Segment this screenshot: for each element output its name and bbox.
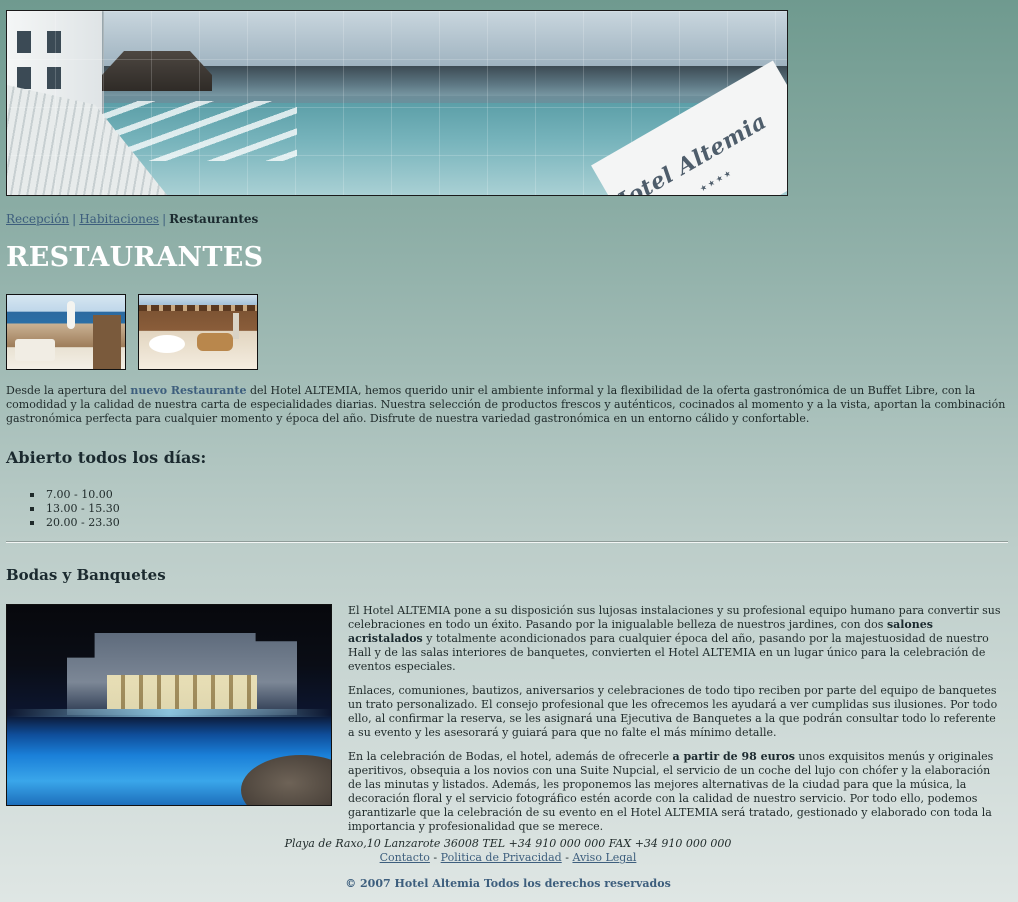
bodas-p3-bold: a partir de 98 euros bbox=[672, 750, 795, 763]
bodas-title: Bodas y Banquetes bbox=[6, 566, 166, 584]
header-banner-image: Hotel Altemia ★★★★ bbox=[6, 10, 788, 196]
footer-link-privacidad[interactable]: Politica de Privacidad bbox=[441, 851, 562, 864]
list-item: 7.00 - 10.00 bbox=[26, 488, 120, 502]
footer-address: Playa de Raxo,10 Lanzarote 36008 TEL +34… bbox=[284, 837, 732, 850]
section-divider bbox=[6, 541, 1008, 543]
intro-highlight: nuevo Restaurante bbox=[130, 384, 247, 397]
page-title: RESTAURANTES bbox=[6, 242, 264, 273]
footer-link-aviso-legal[interactable]: Aviso Legal bbox=[572, 851, 636, 864]
bodas-paragraph-2: Enlaces, comuniones, bautizos, aniversar… bbox=[348, 684, 998, 739]
restaurant-terrace-photo[interactable] bbox=[6, 294, 126, 370]
breadcrumb-current: Restaurantes bbox=[169, 212, 259, 226]
breadcrumb: Recepción | Habitaciones | Restaurantes bbox=[6, 212, 258, 226]
bodas-description: El Hotel ALTEMIA pone a su disposición s… bbox=[348, 604, 1004, 844]
intro-text-start: Desde la apertura del bbox=[6, 384, 131, 397]
hotel-night-pool-photo bbox=[6, 604, 332, 806]
bodas-paragraph-1: El Hotel ALTEMIA pone a su disposición s… bbox=[348, 604, 1004, 674]
lit-windows bbox=[107, 675, 257, 709]
breadcrumb-link-habitaciones[interactable]: Habitaciones bbox=[79, 212, 159, 226]
restaurant-table-photo[interactable] bbox=[138, 294, 258, 370]
bodas-paragraph-3: En la celebración de Bodas, el hotel, ad… bbox=[348, 750, 1004, 834]
breadcrumb-separator: | bbox=[162, 212, 167, 226]
pool-glow bbox=[7, 709, 331, 717]
footer-copyright: © 2007 Hotel Altemia Todos los derechos … bbox=[345, 877, 671, 890]
rock-foreground bbox=[241, 755, 331, 805]
opening-hours-list: 7.00 - 10.00 13.00 - 15.30 20.00 - 23.30 bbox=[26, 488, 120, 530]
list-item: 13.00 - 15.30 bbox=[26, 502, 120, 516]
footer-links: Contacto - Politica de Privacidad - Avis… bbox=[0, 851, 1016, 864]
breadcrumb-separator: | bbox=[72, 212, 77, 226]
intro-paragraph: Desde la apertura del nuevo Restaurante … bbox=[6, 384, 1008, 426]
footer-link-separator: - bbox=[561, 851, 573, 864]
footer-link-contacto[interactable]: Contacto bbox=[380, 851, 430, 864]
opening-hours-title: Abierto todos los días: bbox=[6, 448, 207, 467]
footer-link-separator: - bbox=[429, 851, 441, 864]
bodas-p3-text: En la celebración de Bodas, el hotel, ad… bbox=[348, 750, 673, 763]
breadcrumb-link-recepcion[interactable]: Recepción bbox=[6, 212, 69, 226]
list-item: 20.00 - 23.30 bbox=[26, 516, 120, 530]
bodas-p1-text-end: y totalmente acondicionados para cualqui… bbox=[348, 632, 989, 673]
